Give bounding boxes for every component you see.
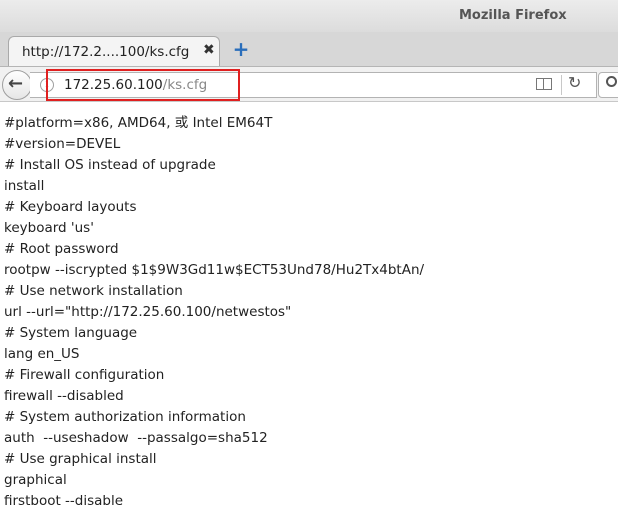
content-line: graphical [4, 472, 67, 488]
reload-icon[interactable]: ↻ [568, 73, 581, 92]
content-line: rootpw --iscrypted $1$9W3Gd11w$ECT53Und7… [4, 262, 425, 278]
content-line: # System language [4, 325, 138, 341]
content-line: # System authorization information [4, 409, 246, 425]
back-button[interactable]: ← [2, 70, 32, 100]
content-line: lang en_US [4, 346, 80, 362]
window-title: Mozilla Firefox [459, 8, 567, 23]
new-tab-button[interactable]: + [230, 37, 252, 61]
content-line: firstboot --disable [4, 493, 124, 509]
content-line: # Keyboard layouts [4, 199, 137, 215]
tab-label: http://172.2....100/ks.cfg [22, 44, 190, 60]
content-line: # Use network installation [4, 283, 183, 299]
content-line: firewall --disabled [4, 388, 124, 404]
content-line: keyboard 'us' [4, 220, 94, 236]
content-line: url --url="http://172.25.60.100/netwesto… [4, 304, 292, 320]
window-titlebar: Mozilla Firefox [0, 0, 618, 32]
search-icon[interactable] [606, 76, 617, 87]
tab-close-icon[interactable]: ✖ [203, 42, 215, 58]
page-content: #platform=x86, AMD64, 或 Intel EM64T #vers… [4, 113, 424, 512]
tab-ks-cfg[interactable]: http://172.2....100/ks.cfg ✖ [8, 36, 220, 66]
content-line: #platform=x86, AMD64, 或 Intel EM64T [4, 115, 273, 131]
content-line: # Install OS instead of upgrade [4, 157, 216, 173]
content-line: #version=DEVEL [4, 136, 121, 152]
reader-view-icon[interactable] [536, 78, 552, 90]
content-line: # Firewall configuration [4, 367, 165, 383]
url-highlight-box [46, 69, 240, 101]
content-line: # Use graphical install [4, 451, 157, 467]
back-arrow-icon: ← [8, 73, 24, 94]
content-line: install [4, 178, 45, 194]
content-line: auth --useshadow --passalgo=sha512 [4, 430, 268, 446]
content-line: # Root password [4, 241, 119, 257]
url-bar-divider [561, 75, 562, 95]
